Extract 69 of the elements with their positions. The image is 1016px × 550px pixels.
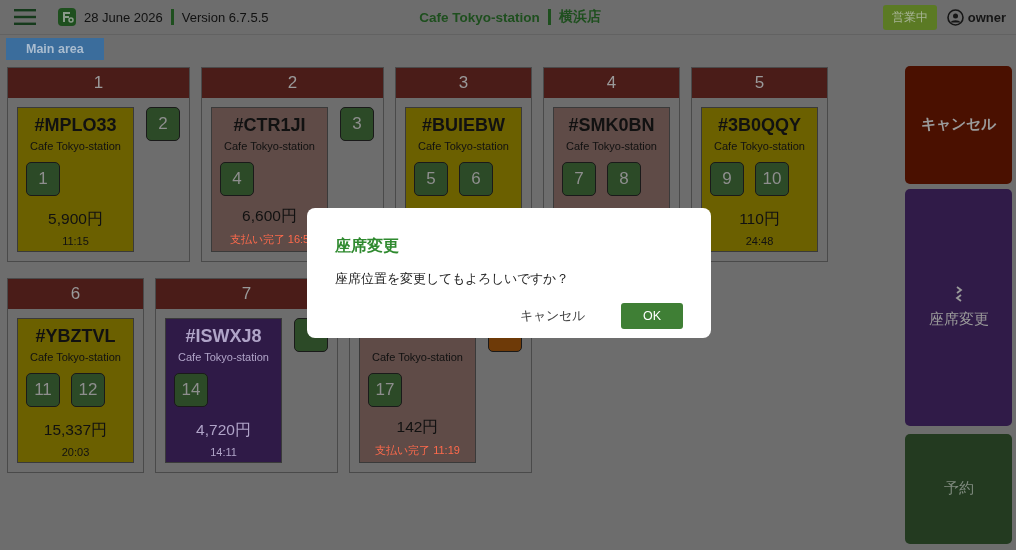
store-name: Cafe Tokyo-station (566, 140, 657, 152)
order-time: 24:48 (745, 235, 774, 247)
store-name: Cafe Tokyo-station (714, 140, 805, 152)
version-text: Version 6.7.5.5 (181, 9, 269, 25)
dialog-message: 座席位置を変更してもよろしいですか？ (335, 270, 570, 288)
user-icon (946, 8, 964, 26)
menu-icon[interactable] (14, 9, 36, 25)
action-button[interactable]: 予約 (905, 433, 1012, 544)
seat-button[interactable]: 8 (607, 162, 641, 196)
status-button[interactable]: 営業中 (882, 4, 937, 30)
seat-button[interactable]: 7 (562, 162, 596, 196)
seat-button[interactable]: 4 (220, 162, 254, 196)
order-card[interactable]: #MPLO33 Cafe Tokyo-station 1 5,900円 11:15 (17, 107, 134, 252)
order-id: #SMK0BN (568, 115, 655, 136)
order-time: 14:11 (210, 446, 237, 458)
order-id: #CTR1JI (233, 115, 306, 136)
seat-button[interactable]: 2 (146, 107, 180, 141)
order-total: 5,900円 (48, 209, 103, 229)
table-number: 5 (754, 73, 765, 93)
table-number: 2 (287, 73, 298, 93)
table-number: 1 (93, 73, 104, 93)
store-name: Cafe Tokyo-station (419, 9, 540, 25)
order-total: 15,337円 (43, 420, 108, 440)
table-number: 7 (241, 284, 252, 304)
order-total: 142円 (396, 417, 439, 437)
payment-status: 支払い完了 11:19 (375, 443, 460, 458)
table-number: 6 (70, 284, 81, 304)
order-total: 110円 (739, 209, 780, 229)
dialog-title: 座席変更 (335, 236, 400, 256)
seat-button[interactable]: 5 (414, 162, 448, 196)
ok-button[interactable]: OK (621, 303, 683, 329)
seat-button[interactable]: 10 (755, 162, 789, 196)
seat-button[interactable]: 14 (174, 373, 208, 407)
cancel-button[interactable]: キャンセル (514, 303, 591, 329)
logo-icon (58, 8, 76, 26)
user-name[interactable]: owner (967, 9, 1006, 25)
store-name: Cafe Tokyo-station (372, 351, 463, 363)
store-name: Cafe Tokyo-station (418, 140, 509, 152)
order-id: #3B0QQY (717, 115, 801, 136)
seat-button[interactable]: 12 (71, 373, 105, 407)
order-id: #BUIEBW (422, 115, 505, 136)
order-time: 20:03 (61, 446, 90, 458)
store-name: Cafe Tokyo-station (30, 140, 121, 152)
store-name: Cafe Tokyo-station (178, 351, 269, 363)
order-id: #MPLO33 (34, 115, 117, 136)
order-card[interactable]: #3B0QQY Cafe Tokyo-station 9 10 110円 24:48 (701, 107, 818, 252)
branch-name: 横浜店 (558, 8, 601, 26)
action-button[interactable]: キャンセル (905, 66, 1012, 184)
seat-button[interactable]: 9 (710, 162, 744, 196)
area-tab[interactable]: Main area (6, 38, 104, 60)
table-number: 4 (606, 73, 617, 93)
store-name: Cafe Tokyo-station (224, 140, 315, 152)
table-number: 3 (458, 73, 469, 93)
order-time: 11:15 (62, 235, 89, 247)
swap-icon (954, 285, 963, 302)
order-card[interactable]: #YBZTVL Cafe Tokyo-station 11 12 15,337円 20:03 (17, 318, 134, 463)
seat-button[interactable]: 3 (340, 107, 374, 141)
store-name: Cafe Tokyo-station (30, 351, 121, 363)
seat-change-button[interactable]: 座席変更 (905, 189, 1012, 426)
date-text: 28 June 2026 (84, 9, 163, 25)
seat-button[interactable]: 1 (26, 162, 60, 196)
seat-button[interactable]: 6 (459, 162, 493, 196)
order-id: #ISWXJ8 (185, 326, 262, 347)
order-id: #YBZTVL (35, 326, 116, 347)
seat-button[interactable]: 17 (368, 373, 402, 407)
order-total: 4,720円 (196, 420, 251, 440)
order-total: 6,600円 (242, 206, 297, 226)
order-card[interactable]: #ISWXJ8 Cafe Tokyo-station 14 4,720円 14:11 (165, 318, 282, 463)
seat-button[interactable]: 11 (26, 373, 60, 407)
